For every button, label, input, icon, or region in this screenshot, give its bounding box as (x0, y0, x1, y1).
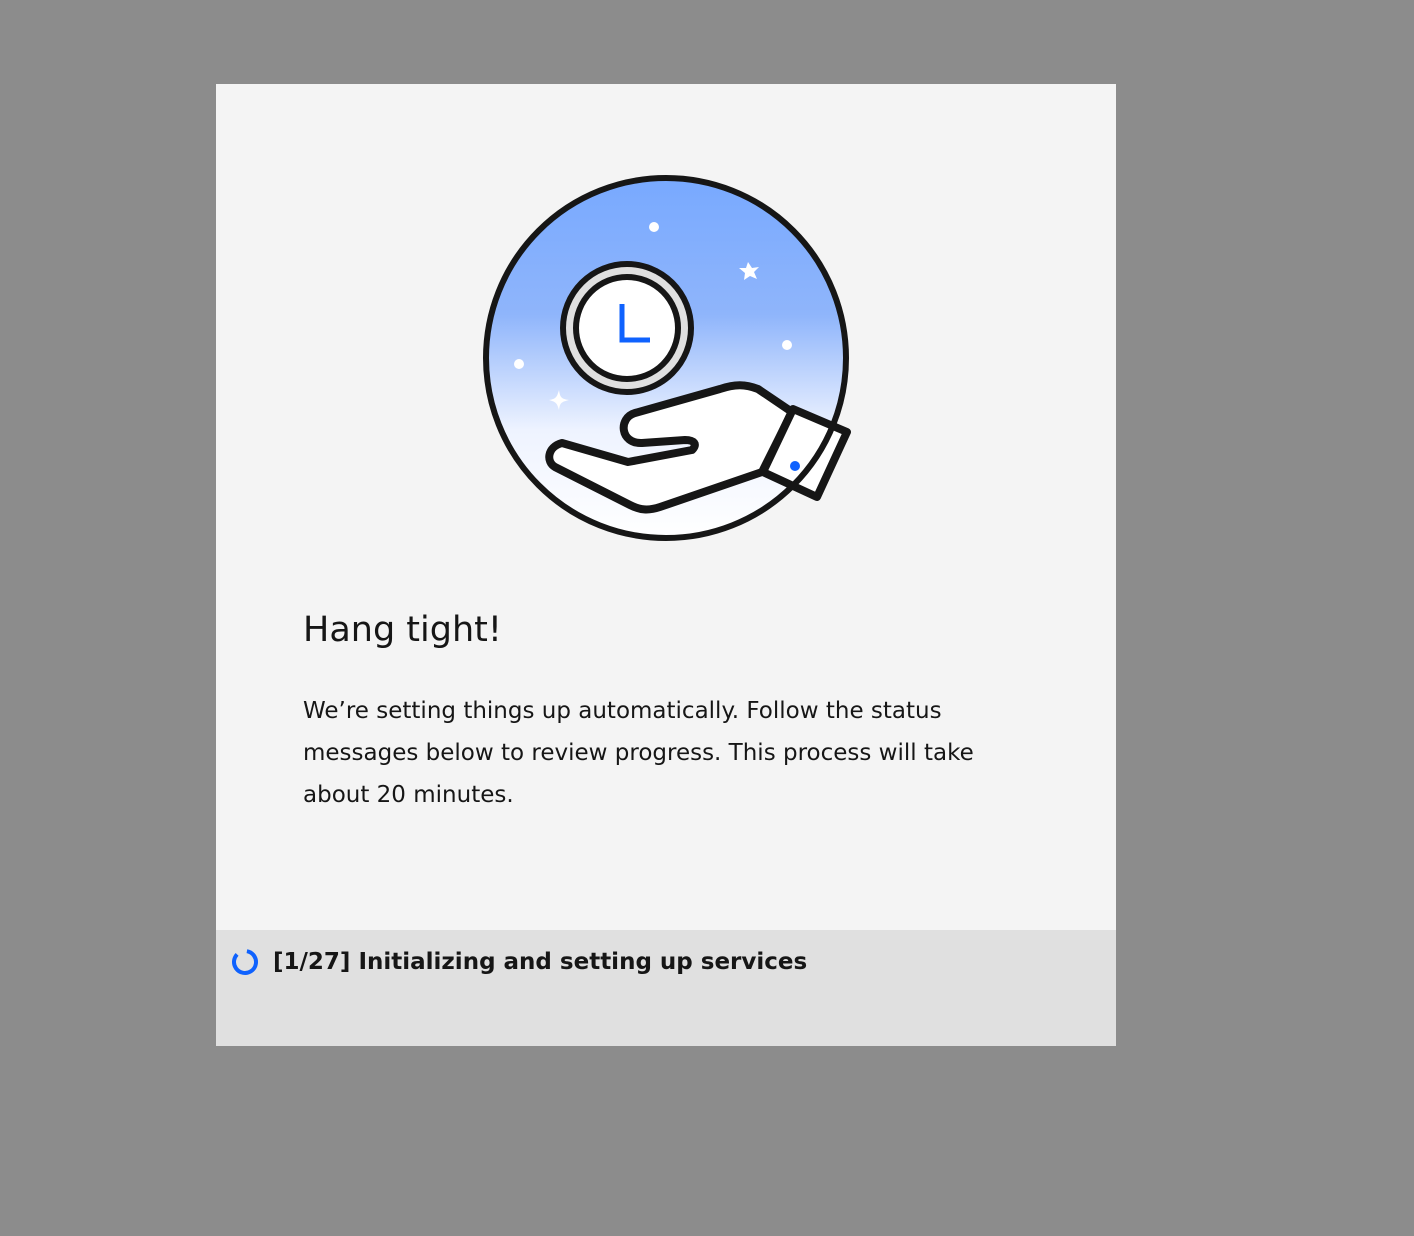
status-bar: [1/27] Initializing and setting up servi… (216, 930, 1116, 1046)
dialog-title: Hang tight! (303, 610, 502, 650)
clock-icon (560, 261, 694, 395)
loading-spinner-icon (232, 949, 258, 975)
status-message: [1/27] Initializing and setting up servi… (273, 949, 808, 975)
dialog-message: We’re setting things up automatically. F… (303, 698, 974, 808)
hand-holding-clock-illustration (483, 175, 851, 541)
setup-progress-dialog: Hang tight! We’re setting things up auto… (216, 84, 1116, 1046)
